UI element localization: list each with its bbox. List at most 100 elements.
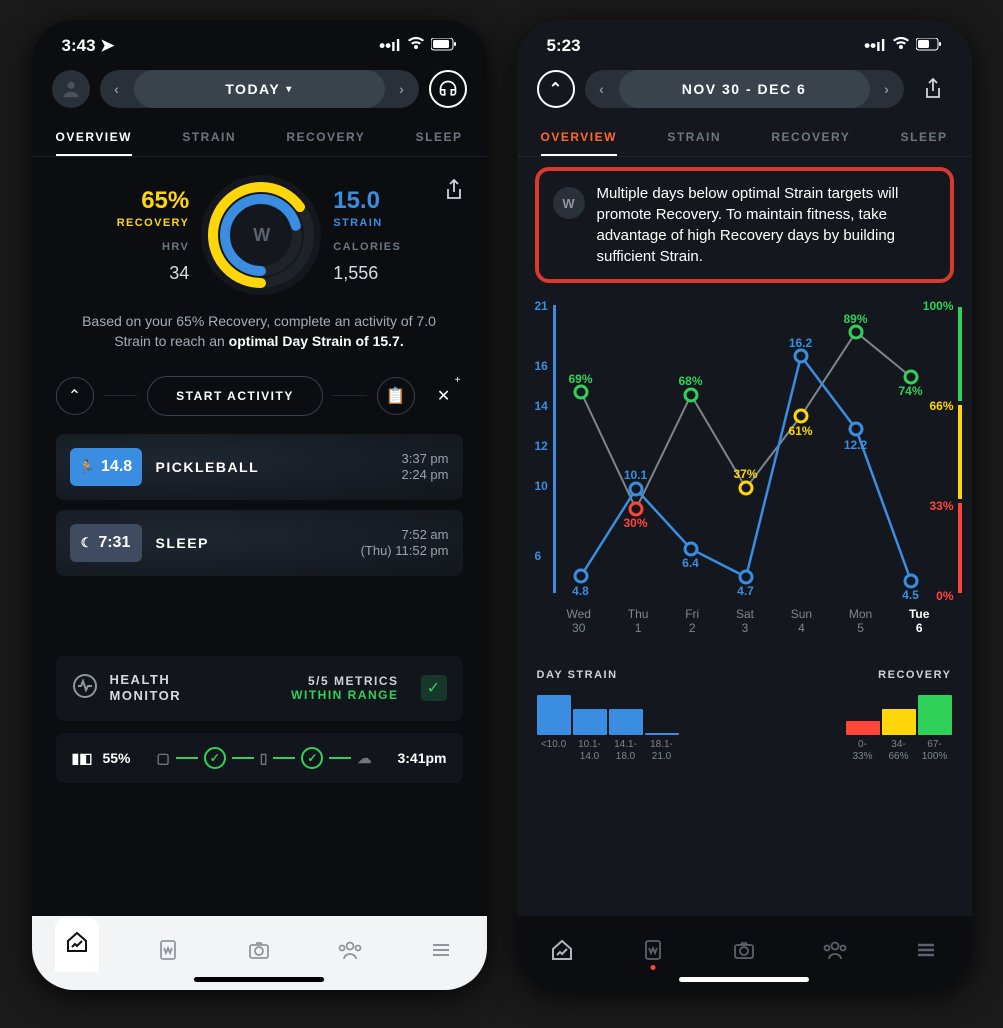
device-battery-icon: ▮◧ xyxy=(72,750,93,767)
home-indicator[interactable] xyxy=(679,977,809,982)
pt-label: 89% xyxy=(843,312,867,326)
start-activity-button[interactable]: START ACTIVITY xyxy=(147,376,323,416)
status-right: ••ıl xyxy=(864,36,941,56)
date-label-button[interactable]: NOV 30 - DEC 6 xyxy=(619,70,870,108)
chevron-down-icon: ▾ xyxy=(286,84,293,95)
people-icon xyxy=(337,942,363,967)
tab-overview[interactable]: OVERVIEW xyxy=(541,130,617,156)
tabs: OVERVIEW STRAIN RECOVERY SLEEP xyxy=(32,118,487,157)
tab-home[interactable] xyxy=(540,938,584,968)
share-button[interactable] xyxy=(445,179,463,206)
cellular-icon: ••ıl xyxy=(379,36,400,56)
status-time: 5:23 xyxy=(547,36,581,56)
strain-value: 15.0 xyxy=(333,187,380,215)
tab-menu[interactable] xyxy=(419,938,463,968)
battery-icon xyxy=(916,36,942,56)
pt-label: 30% xyxy=(623,516,647,530)
sync-time: 3:41pm xyxy=(397,750,446,766)
tab-coach[interactable] xyxy=(146,938,190,968)
activity-name: PICKLEBALL xyxy=(156,459,388,475)
tab-camera[interactable] xyxy=(237,938,281,968)
tab-sleep[interactable]: SLEEP xyxy=(416,130,463,156)
sync-status-row[interactable]: ▮◧ 55% ▢ ✓ ▯ ✓ ☁ 3:41pm xyxy=(56,733,463,783)
pt-label: 4.8 xyxy=(572,584,589,598)
prev-week-button[interactable]: ‹ xyxy=(585,81,619,97)
hrv-label: HRV xyxy=(162,241,189,253)
next-day-button[interactable]: › xyxy=(385,81,419,97)
r-tick: 66% xyxy=(929,399,953,413)
tab-sleep[interactable]: SLEEP xyxy=(901,130,948,156)
health-monitor-status: 5/5 METRICS WITHIN RANGE xyxy=(291,674,398,702)
tab-coach[interactable] xyxy=(631,938,675,968)
x-axis-labels: Wed30 Thu1 Fri2 Sat3 Sun4 Mon5 Tue6 xyxy=(535,599,954,635)
weekly-chart[interactable]: 21 16 14 12 10 6 100% 66% 33% 0% xyxy=(517,293,972,653)
r-tick: 33% xyxy=(929,499,953,513)
y-tick: 21 xyxy=(535,299,548,313)
recovery-value: 65% xyxy=(141,187,189,215)
activity-card-sleep[interactable]: ☾7:31 SLEEP 7:52 am (Thu) 11:52 pm xyxy=(56,510,463,576)
activity-badge: 🏃14.8 xyxy=(70,448,142,486)
share-button[interactable] xyxy=(914,78,952,100)
location-arrow-icon: ➤ xyxy=(100,36,114,55)
dist-title: DAY STRAIN xyxy=(537,669,735,681)
tabs: OVERVIEW STRAIN RECOVERY SLEEP xyxy=(517,118,972,157)
tab-strain[interactable]: STRAIN xyxy=(182,130,236,156)
pt-label: 4.5 xyxy=(902,588,919,602)
insight-text: Based on your 65% Recovery, complete an … xyxy=(56,295,463,368)
scroll-top-button[interactable]: ⌃ xyxy=(537,70,575,108)
recovery-label: RECOVERY xyxy=(117,217,190,229)
day-strain-distribution[interactable]: DAY STRAIN <10.0 10.1-14.0 14.1-18.0 18.… xyxy=(537,669,735,763)
calories-value: 1,556 xyxy=(333,263,378,284)
chart-svg xyxy=(561,299,931,599)
distribution-row: DAY STRAIN <10.0 10.1-14.0 14.1-18.0 18.… xyxy=(517,653,972,763)
strain-col: 15.0 STRAIN CALORIES 1,556 xyxy=(333,187,401,284)
strap-icon: ▢ xyxy=(156,750,169,767)
date-label-button[interactable]: TODAY▾ xyxy=(134,70,385,108)
tab-overview[interactable]: OVERVIEW xyxy=(56,130,132,156)
add-activity-button[interactable]: +✕ xyxy=(425,377,463,415)
top-nav: ⌃ ‹ NOV 30 - DEC 6 › xyxy=(517,60,972,118)
support-button[interactable] xyxy=(429,70,467,108)
pt-label: 69% xyxy=(568,372,592,386)
health-monitor-card[interactable]: HEALTHMONITOR 5/5 METRICS WITHIN RANGE ✓ xyxy=(56,656,463,722)
strain-label: STRAIN xyxy=(333,217,382,229)
dist-title: RECOVERY xyxy=(754,669,952,681)
tab-recovery[interactable]: RECOVERY xyxy=(771,130,850,156)
person-icon: ✕ xyxy=(437,386,450,406)
sync-chain: ▢ ✓ ▯ ✓ ☁ xyxy=(140,747,387,769)
tab-home[interactable] xyxy=(55,918,99,972)
tab-recovery[interactable]: RECOVERY xyxy=(286,130,365,156)
pickleball-icon: 🏃 xyxy=(79,459,95,475)
y-tick: 12 xyxy=(535,439,548,453)
home-indicator[interactable] xyxy=(194,977,324,982)
pt-label: 12.2 xyxy=(844,438,867,452)
y-tick: 14 xyxy=(535,399,548,413)
activity-card-pickleball[interactable]: 🏃14.8 PICKLEBALL 3:37 pm 2:24 pm xyxy=(56,434,463,500)
insight-callout: W Multiple days below optimal Strain tar… xyxy=(535,167,954,283)
insight-text: Multiple days below optimal Strain targe… xyxy=(597,183,936,267)
tab-strain[interactable]: STRAIN xyxy=(667,130,721,156)
collapse-button[interactable]: ⌃ xyxy=(56,377,94,415)
clipboard-w-icon xyxy=(156,942,180,967)
recovery-distribution[interactable]: RECOVERY 0-33% 34-66% 67-100% xyxy=(754,669,952,763)
r-tick: 0% xyxy=(936,589,953,603)
activity-times: 3:37 pm 2:24 pm xyxy=(402,450,449,483)
tab-camera[interactable] xyxy=(722,938,766,968)
journal-button[interactable]: 📋 xyxy=(377,377,415,415)
cloud-icon: ☁ xyxy=(357,750,371,767)
tab-community[interactable] xyxy=(813,938,857,968)
home-icon xyxy=(65,930,89,960)
profile-avatar[interactable] xyxy=(52,70,90,108)
notification-dot-icon xyxy=(651,965,656,970)
pt-label: 6.4 xyxy=(682,556,699,570)
status-bar: 3:43 ➤ ••ıl xyxy=(32,20,487,60)
prev-day-button[interactable]: ‹ xyxy=(100,81,134,97)
phone-icon: ▯ xyxy=(260,750,268,767)
tab-community[interactable] xyxy=(328,938,372,968)
tab-menu[interactable] xyxy=(904,938,948,968)
strain-recovery-ring[interactable]: W xyxy=(201,175,321,295)
pt-label: 16.2 xyxy=(789,336,812,350)
pt-label: 68% xyxy=(678,374,702,388)
wifi-icon xyxy=(407,36,425,56)
next-week-button[interactable]: › xyxy=(870,81,904,97)
